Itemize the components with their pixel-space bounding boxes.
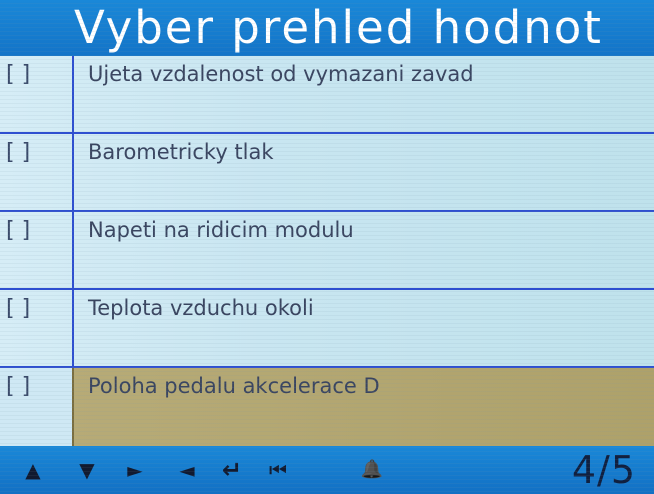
list-item[interactable]: [ ] Napeti na ridicim modulu [0, 212, 654, 290]
obd-screen: Vyber prehled hodnot [ ] Ujeta vzdalenos… [0, 0, 654, 494]
enter-icon[interactable]: ↵ [218, 456, 246, 484]
list-item-selected[interactable]: [ ] Poloha pedalu akcelerace D [0, 368, 654, 446]
value-list: [ ] Ujeta vzdalenost od vymazani zavad [… [0, 56, 654, 446]
item-checkbox[interactable]: [ ] [0, 134, 74, 210]
footer-bar: ▲ ▼ ► ◄ ↵ ⏮ 🔔 4/5 [0, 446, 654, 494]
item-checkbox[interactable]: [ ] [0, 56, 74, 132]
header-bar: Vyber prehled hodnot [0, 0, 654, 56]
item-label: Barometricky tlak [88, 140, 274, 164]
list-item[interactable]: [ ] Teplota vzduchu okoli [0, 290, 654, 368]
up-arrow-icon[interactable]: ▲ [22, 456, 44, 484]
item-label: Poloha pedalu akcelerace D [88, 374, 380, 398]
page-indicator: 4/5 [571, 448, 636, 492]
page-title: Vyber prehled hodnot [74, 1, 603, 54]
item-label: Ujeta vzdalenost od vymazani zavad [88, 62, 474, 86]
item-label: Teplota vzduchu okoli [88, 296, 314, 320]
list-item[interactable]: [ ] Ujeta vzdalenost od vymazani zavad [0, 56, 654, 134]
down-arrow-icon[interactable]: ▼ [76, 456, 98, 484]
list-item[interactable]: [ ] Barometricky tlak [0, 134, 654, 212]
item-label: Napeti na ridicim modulu [88, 218, 354, 242]
item-checkbox[interactable]: [ ] [0, 368, 74, 446]
back-icon[interactable]: ⏮ [264, 456, 292, 484]
left-arrow-icon[interactable]: ◄ [176, 456, 198, 484]
item-checkbox[interactable]: [ ] [0, 290, 74, 366]
bell-icon[interactable]: 🔔 [358, 456, 386, 484]
right-arrow-icon[interactable]: ► [124, 456, 146, 484]
item-checkbox[interactable]: [ ] [0, 212, 74, 288]
